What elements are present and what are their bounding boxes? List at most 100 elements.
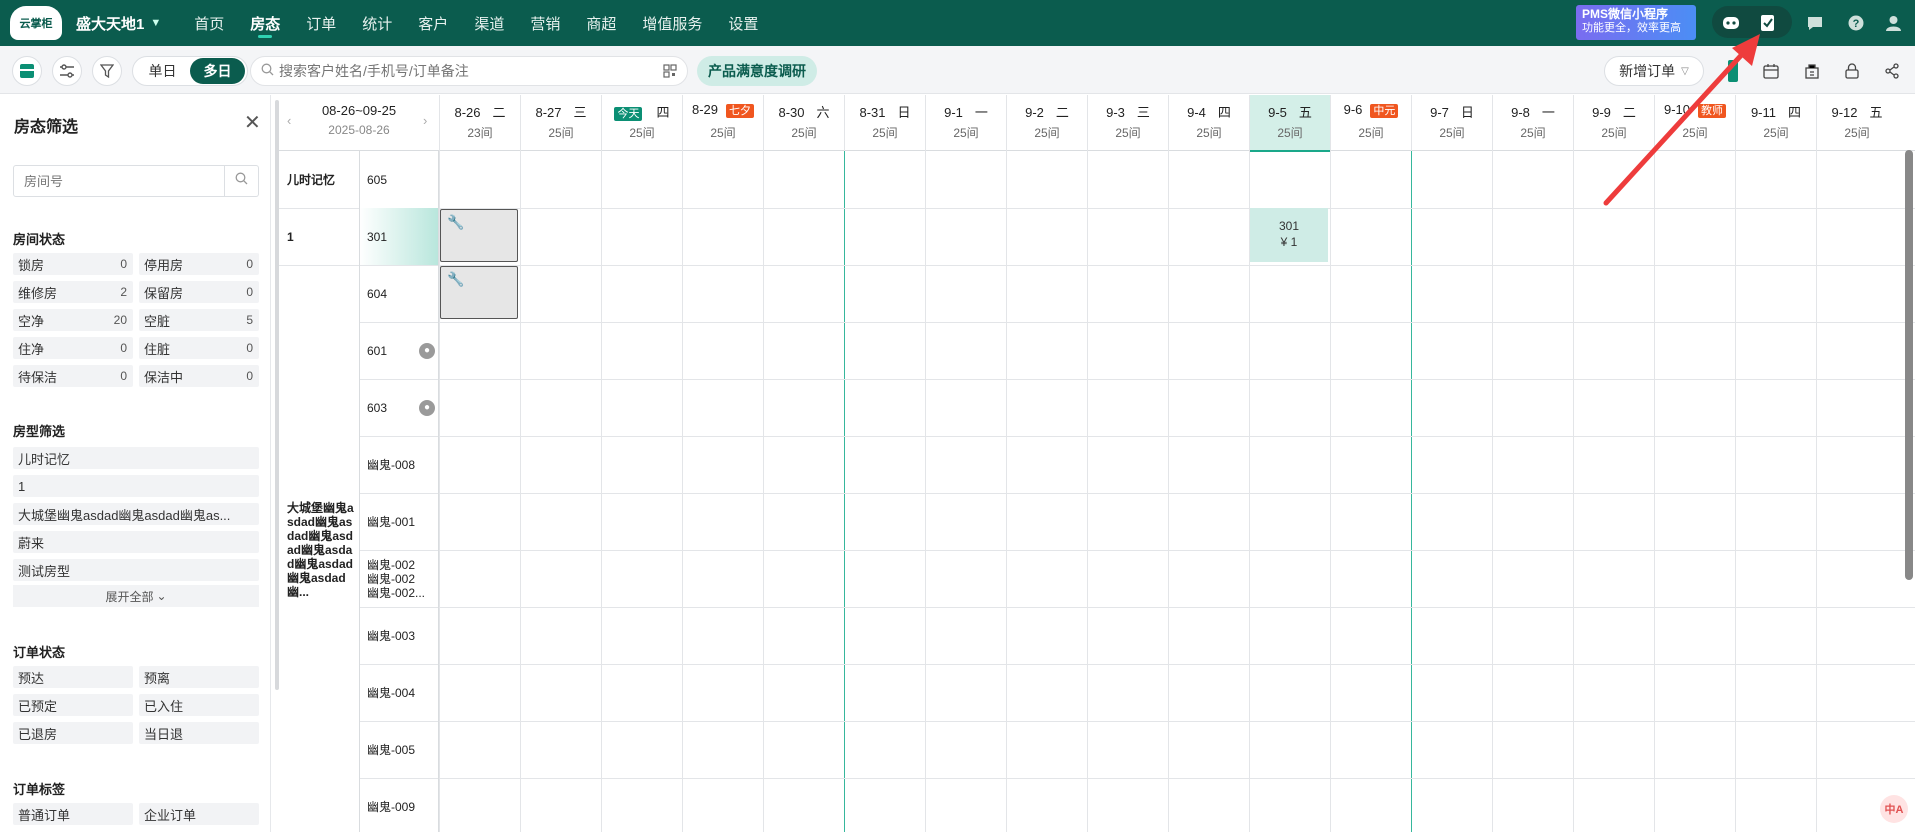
nav-item[interactable]: 设置 [715,0,771,46]
app-logo[interactable]: 云掌柜 [10,6,62,40]
message-icon[interactable] [1801,9,1829,37]
survey-button[interactable]: 产品满意度调研 [697,56,817,86]
order-status-filter[interactable]: 预达 [13,666,133,688]
maintenance-block[interactable]: 🔧 [440,266,518,319]
date-column-header[interactable]: 9-9 二 25间 [1573,95,1654,151]
expand-all-button[interactable]: 展开全部 ⌄ [13,585,259,607]
date-column-header[interactable]: 9-12 五 25间 [1816,95,1897,151]
filter-icon[interactable] [92,56,122,86]
grid-scrollbar[interactable] [1905,150,1913,580]
date-column-header[interactable]: 9-5 五 25间 [1249,95,1330,152]
robot-icon[interactable] [1717,9,1745,37]
date-column-header[interactable]: 今天四 25间 [601,95,682,151]
date-column-header[interactable]: 9-1 一 25间 [925,95,1006,151]
user-icon[interactable] [1879,9,1907,37]
room-status-filter[interactable]: 待保洁 0 [13,365,133,387]
room-type-filter[interactable]: 测试房型 [13,559,259,581]
date-column-header[interactable]: 9-10 教师 25间 [1654,95,1735,151]
room-type-filter[interactable]: 1 [13,475,259,497]
room-number[interactable]: 605 [359,151,439,208]
room-number[interactable]: 幽鬼-005 [359,721,439,778]
mini-program-banner[interactable]: PMS微信小程序 功能更全，效率更高 [1576,5,1696,40]
new-order-label: 新增订单 [1619,63,1676,79]
room-status-filter[interactable]: 住净 0 [13,337,133,359]
nav-item[interactable]: 房态 [237,0,293,46]
room-status-filter[interactable]: 停用房 0 [139,253,259,275]
nav-item[interactable]: 营销 [517,0,573,46]
nav-item[interactable]: 订单 [293,0,349,46]
room-status-filter[interactable]: 保留房 0 [139,281,259,303]
date-column-header[interactable]: 9-7 日 25间 [1411,95,1492,151]
nav-item[interactable]: 商超 [573,0,629,46]
settings-sliders-icon[interactable] [52,56,82,86]
room-type-filter[interactable]: 儿时记忆 [13,447,259,469]
nav-item[interactable]: 增值服务 [629,0,715,46]
room-number[interactable]: 603 ● [359,379,439,436]
order-status-filter[interactable]: 预离 [139,666,259,688]
date-column-header[interactable]: 9-4 四 25间 [1168,95,1249,151]
date-column-header[interactable]: 8-29 七夕 25间 [682,95,763,151]
order-status-filter[interactable]: 当日退 [139,722,259,744]
order-status-filter[interactable]: 已退房 [13,722,133,744]
room-status-filter[interactable]: 保洁中 0 [139,365,259,387]
hotel-name[interactable]: 盛大天地1 [76,13,144,34]
date-column-header[interactable]: 9-11 四 25间 [1735,95,1816,151]
date-column-header[interactable]: 9-2 二 25间 [1006,95,1087,151]
multi-day-button[interactable]: 多日 [190,58,245,84]
nav-item[interactable]: 客户 [405,0,461,46]
order-status-filter[interactable]: 已预定 [13,694,133,716]
order-status-filter[interactable]: 已入住 [139,694,259,716]
scan-icon[interactable] [663,64,677,81]
maintenance-block[interactable]: 🔧 [440,209,518,262]
help-icon[interactable]: ? [1842,9,1870,37]
order-tag-filter[interactable]: 普通订单 [13,803,133,825]
share-icon[interactable] [1877,56,1907,86]
hotel-dropdown-icon[interactable]: ▼ [150,17,161,29]
next-arrow-icon[interactable]: › [423,113,427,128]
room-status-filter[interactable]: 空脏 5 [139,309,259,331]
new-order-button[interactable]: 新增订单 ▽ [1604,56,1704,86]
room-search-button[interactable] [225,165,259,197]
search-input[interactable] [279,63,639,79]
date-label: 9-6 中元 [1331,102,1411,118]
nav-item[interactable]: 渠道 [461,0,517,46]
room-number-input[interactable] [13,165,225,197]
date-column-header[interactable]: 8-31 日 25间 [844,95,925,151]
date-column-header[interactable]: 8-27 三 25间 [520,95,601,151]
room-number[interactable]: 幽鬼-002 幽鬼-002 幽鬼-002... [359,550,439,607]
room-label: 幽鬼-009 [367,799,416,814]
room-number[interactable]: 幽鬼-004 [359,664,439,721]
room-number[interactable]: 幽鬼-008 [359,436,439,493]
room-number[interactable]: 幽鬼-009 [359,778,439,832]
booking-cell[interactable]: 301 ¥ 1 [1250,208,1328,262]
single-day-button[interactable]: 单日 [135,58,190,84]
room-status-filter[interactable]: 锁房 0 [13,253,133,275]
room-number[interactable]: 幽鬼-001 [359,493,439,550]
date-range-selector[interactable]: ‹ 08-26~09-25 2025-08-26 › [279,95,439,151]
room-type-filter[interactable]: 蔚来 [13,531,259,553]
building-icon[interactable] [1797,56,1827,86]
date-column-header[interactable]: 9-3 三 25间 [1087,95,1168,151]
room-type-filter[interactable]: 大城堡幽鬼asdad幽鬼asdad幽鬼as... [13,503,259,525]
order-tag-filter[interactable]: 企业订单 [139,803,259,825]
room-number[interactable]: 幽鬼-003 [359,607,439,664]
close-icon[interactable]: ✕ [244,110,261,135]
translate-icon[interactable]: 中A [1880,795,1908,823]
date-column-header[interactable]: 9-6 中元 25间 [1330,95,1411,151]
room-number[interactable]: 301 [359,208,439,265]
nav-item[interactable]: 首页 [181,0,237,46]
checklist-icon[interactable] [1754,9,1782,37]
room-status-filter[interactable]: 空净 20 [13,309,133,331]
date-column-header[interactable]: 8-30 六 25间 [763,95,844,151]
nav-item[interactable]: 统计 [349,0,405,46]
room-number[interactable]: 601 ● [359,322,439,379]
weekday: 三 [1136,105,1150,120]
room-number[interactable]: 604 [359,265,439,322]
calendar-icon[interactable] [1756,56,1786,86]
lock-icon[interactable] [1837,56,1867,86]
date-column-header[interactable]: 9-8 一 25间 [1492,95,1573,151]
date-column-header[interactable]: 8-26 二 23间 [439,95,520,151]
room-status-filter[interactable]: 住脏 0 [139,337,259,359]
room-status-view-icon[interactable] [12,56,42,86]
room-status-filter[interactable]: 维修房 2 [13,281,133,303]
